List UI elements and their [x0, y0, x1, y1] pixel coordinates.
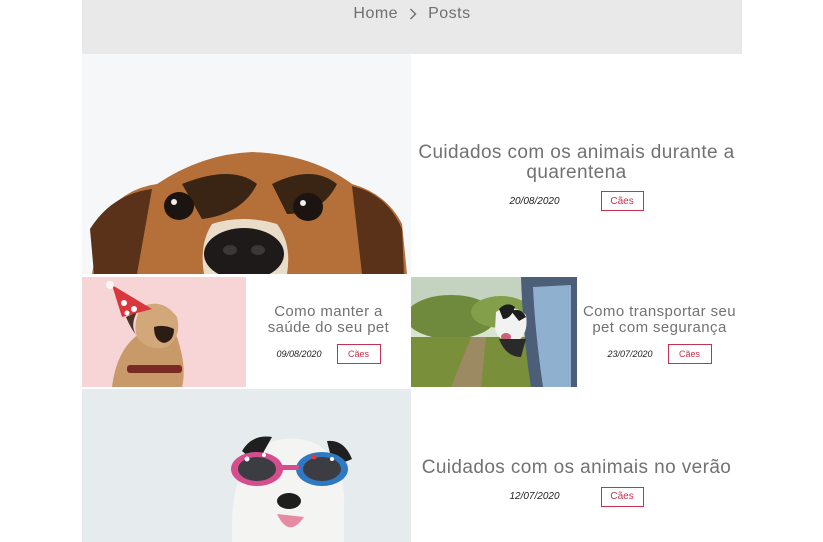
post-title[interactable]: Como transportar seu pet com segurança	[577, 304, 742, 336]
post-meta: 12/07/2020 Cães	[509, 486, 644, 507]
breadcrumb-current: Posts	[428, 5, 471, 22]
post-meta: 20/08/2020 Cães	[509, 191, 644, 212]
category-tag[interactable]: Cães	[600, 486, 644, 507]
post-meta: 23/07/2020 Cães	[607, 343, 712, 364]
post-date: 23/07/2020	[607, 348, 653, 359]
category-tag[interactable]: Cães	[600, 191, 644, 212]
post-image[interactable]	[411, 277, 577, 387]
post-card[interactable]: Cuidados com os animais no verão 12/07/2…	[82, 389, 742, 542]
post-date: 20/08/2020	[509, 195, 560, 207]
post-card[interactable]: Como transportar seu pet com segurança 2…	[411, 277, 742, 387]
post-date: 09/08/2020	[276, 348, 322, 359]
post-image[interactable]	[82, 389, 411, 542]
page-header: Home Posts	[82, 0, 742, 54]
category-tag[interactable]: Cães	[667, 343, 712, 364]
post-card[interactable]: Como manter a saúde do seu pet 09/08/202…	[82, 277, 411, 387]
chevron-right-icon	[409, 8, 417, 20]
category-tag[interactable]: Cães	[336, 343, 381, 364]
post-title[interactable]: Como manter a saúde do seu pet	[259, 304, 399, 336]
post-image[interactable]	[82, 277, 246, 387]
post-text: Cuidados com os animais durante a quaren…	[411, 54, 742, 274]
breadcrumb-home-link[interactable]: Home	[353, 5, 398, 23]
breadcrumb: Home Posts	[82, 5, 742, 23]
post-image[interactable]	[82, 54, 411, 274]
post-text: Cuidados com os animais no verão 12/07/2…	[411, 389, 742, 542]
post-date: 12/07/2020	[509, 491, 560, 503]
post-meta: 09/08/2020 Cães	[276, 343, 381, 364]
post-title[interactable]: Cuidados com os animais durante a quaren…	[412, 142, 742, 183]
post-text: Como transportar seu pet com segurança 2…	[577, 277, 742, 387]
post-text: Como manter a saúde do seu pet 09/08/202…	[246, 277, 411, 387]
post-card[interactable]: Cuidados com os animais durante a quaren…	[82, 54, 742, 274]
post-title[interactable]: Cuidados com os animais no verão	[412, 458, 742, 478]
